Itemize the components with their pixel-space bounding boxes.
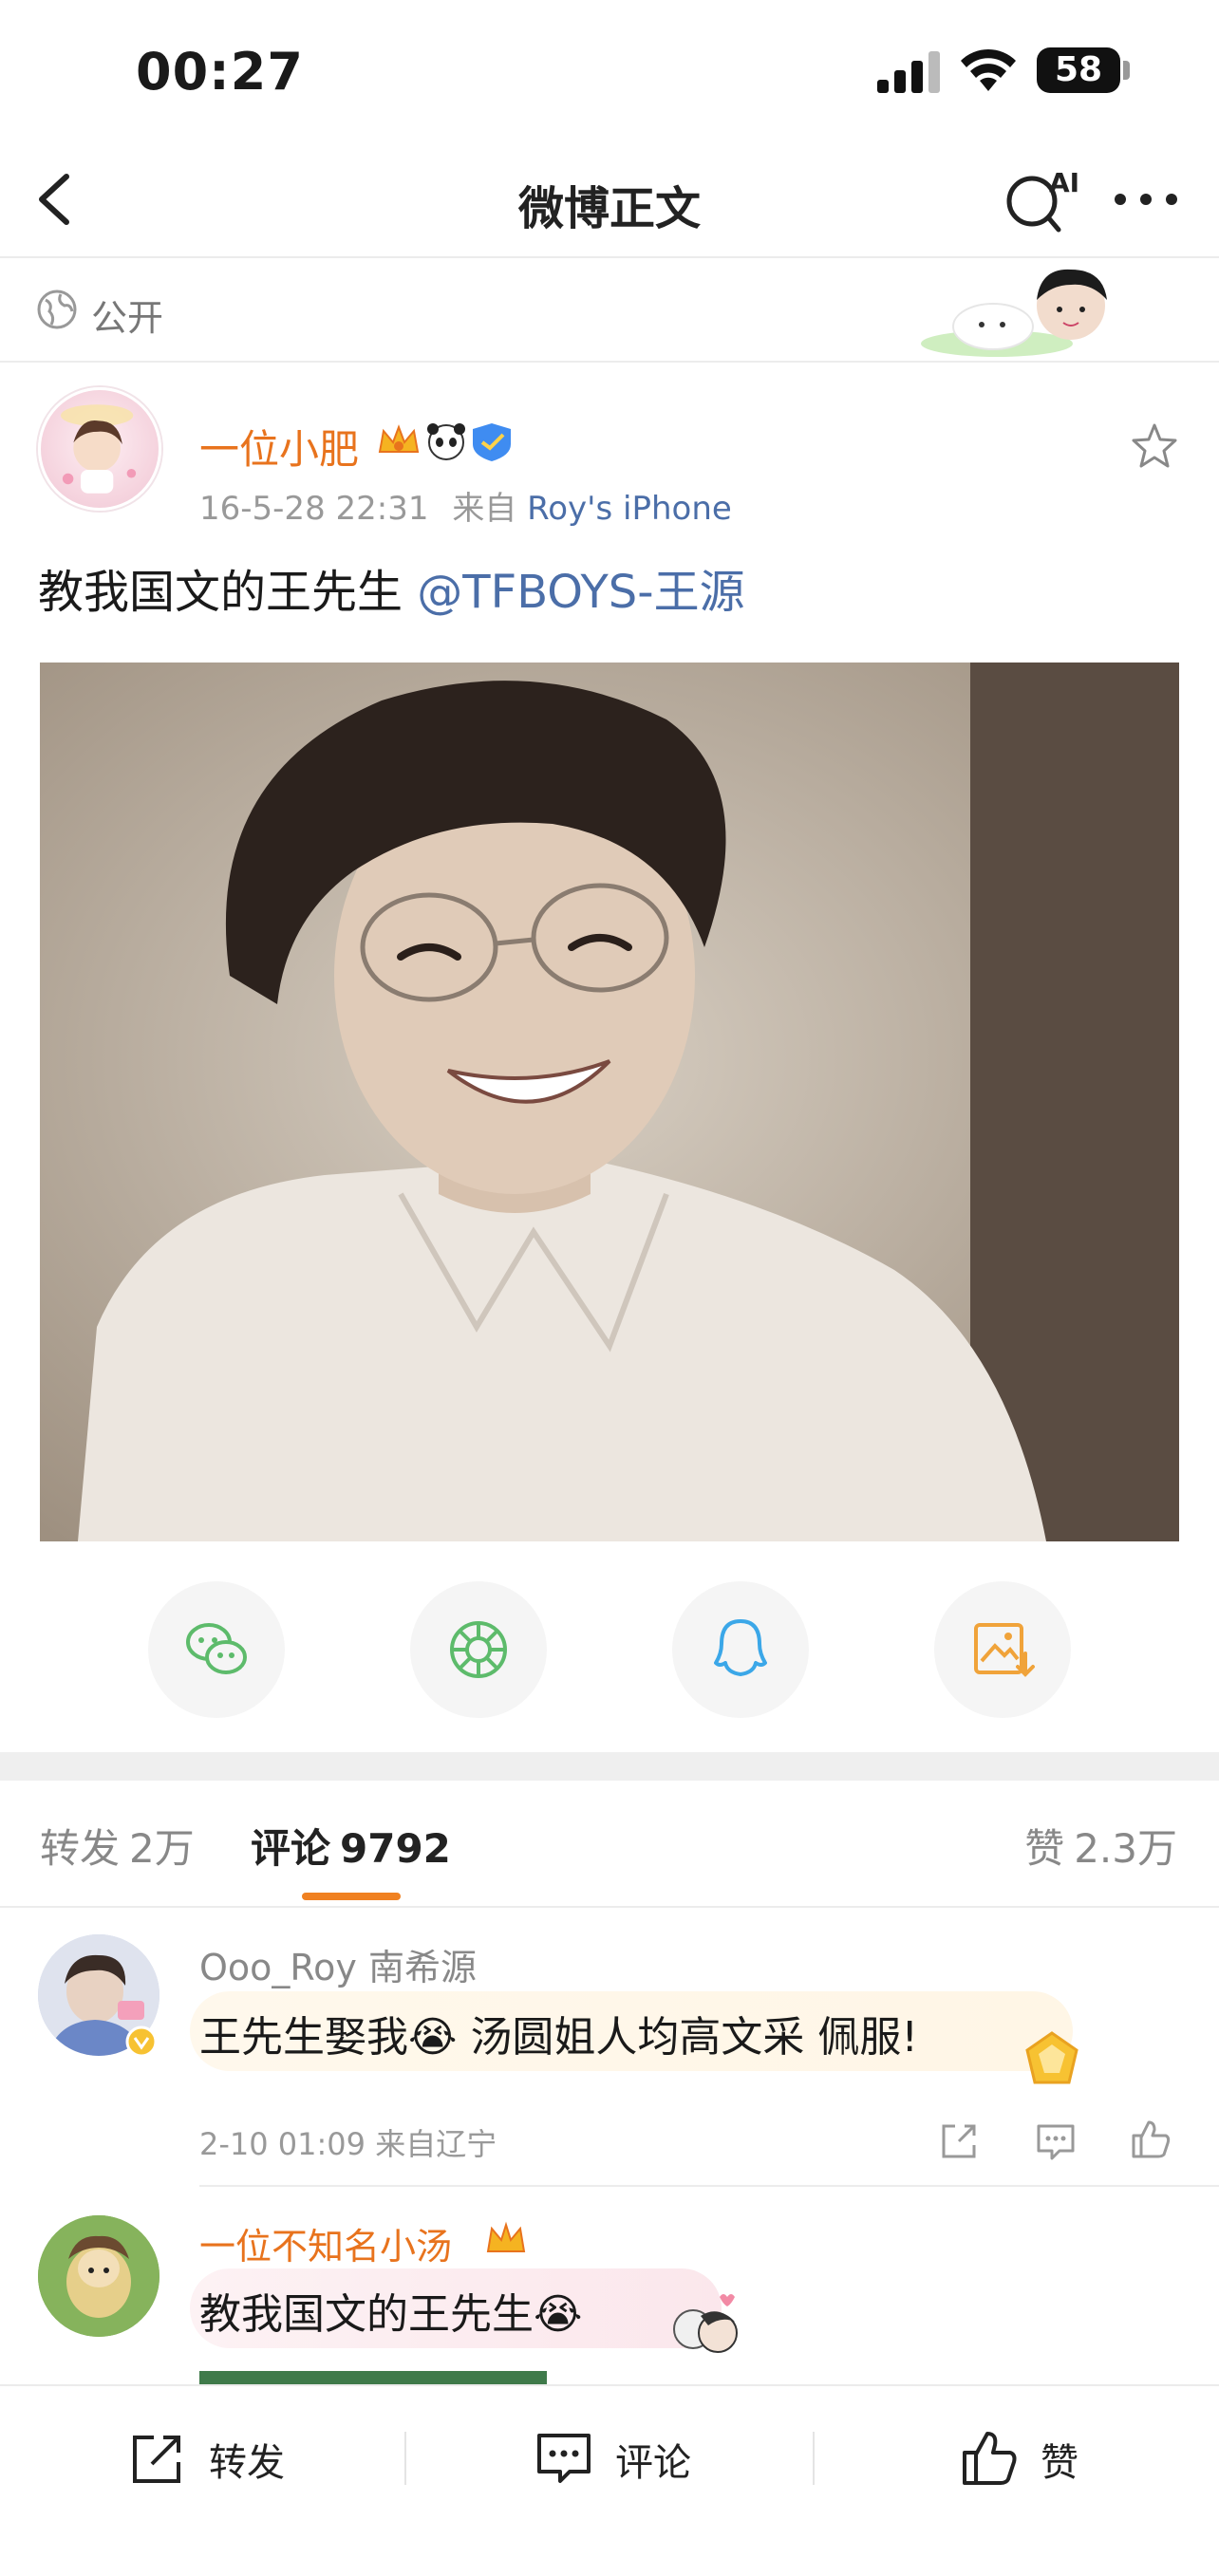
wifi-icon <box>961 48 1016 91</box>
globe-icon <box>37 289 77 329</box>
like-icon <box>963 2432 1017 2485</box>
signal-icon <box>877 49 942 93</box>
post-mention-link[interactable]: @TFBOYS-王源 <box>417 566 744 619</box>
verified-shield-icon <box>473 423 511 461</box>
author-name[interactable]: 一位小肥 <box>199 418 359 476</box>
favorite-star-icon[interactable] <box>1130 421 1179 471</box>
diamond-badge-icon <box>1025 2031 1078 2084</box>
avatar-illustration <box>60 404 137 494</box>
commenter-avatar[interactable] <box>38 2215 159 2337</box>
tab-comment-count: 9792 <box>340 1825 451 1872</box>
like-button[interactable]: 赞 <box>959 2424 1111 2491</box>
comment-meta: 2-10 01:09 来自辽宁 <box>199 2126 497 2162</box>
status-bar: 00:27 58 <box>0 0 1219 142</box>
ai-search-icon[interactable]: AI <box>1002 161 1078 237</box>
visibility-label: 公开 <box>91 297 164 339</box>
panda-icon <box>427 423 465 460</box>
user-badges <box>378 423 511 461</box>
bottom-separator <box>404 2432 406 2485</box>
like-label: 赞 <box>1041 2441 1078 2485</box>
comment-text: 教我国文的王先生😭 <box>199 2290 583 2339</box>
author-avatar[interactable] <box>38 387 161 511</box>
more-icon[interactable] <box>1113 190 1179 209</box>
save-image-button[interactable] <box>934 1581 1071 1718</box>
post-source-prefix: 来自 <box>452 490 517 528</box>
tab-repost[interactable]: 转发 2万 <box>40 1817 195 1875</box>
crown-icon <box>486 2221 526 2252</box>
comment-button[interactable]: 评论 <box>534 2424 723 2491</box>
comment-like-icon[interactable] <box>1128 2117 1173 2162</box>
status-time: 00:27 <box>136 42 304 102</box>
section-divider <box>0 1752 1219 1781</box>
share-wechat-button[interactable] <box>148 1581 285 1718</box>
share-qq-button[interactable] <box>672 1581 809 1718</box>
commenter-name-suffix: 南希源 <box>367 1947 477 1988</box>
post-device[interactable]: Roy's iPhone <box>527 490 732 528</box>
comment-share-icon[interactable] <box>936 2119 982 2164</box>
save-image-icon <box>974 1623 1035 1677</box>
moments-icon <box>450 1621 507 1678</box>
bottom-separator <box>813 2432 815 2485</box>
repost-label: 转发 <box>209 2441 285 2485</box>
comment-text: 王先生娶我😭 汤圆姐人均高文采 佩服! <box>199 2013 919 2062</box>
bottom-action-bar: 转发 评论 赞 <box>0 2384 1219 2576</box>
decoration-sticker <box>921 269 1107 357</box>
tab-like-count: 2.3万 <box>1074 1825 1177 1872</box>
tab-repost-count: 2万 <box>129 1825 195 1872</box>
post-body: 教我国文的王先生 <box>38 566 403 619</box>
share-icon <box>133 2436 180 2483</box>
visibility-row: 公开 <box>0 260 1219 363</box>
wechat-icon <box>186 1623 247 1674</box>
commenter-name[interactable]: Ooo_Roy 南希源 <box>199 1938 477 1990</box>
share-row <box>0 1581 1219 1720</box>
battery-indicator: 58 <box>1037 47 1120 93</box>
comment-icon <box>537 2434 591 2483</box>
post-meta: 16-5-28 22:31 来自 Roy's iPhone <box>199 482 732 529</box>
tab-comment[interactable]: 评论 9792 <box>251 1817 451 1875</box>
qq-icon <box>714 1619 767 1676</box>
active-tab-indicator <box>302 1893 401 1900</box>
crown-icon <box>378 424 420 453</box>
tab-comment-label: 评论 <box>251 1825 331 1872</box>
ai-label: AI <box>1049 167 1078 198</box>
comment-label: 评论 <box>615 2441 691 2485</box>
repost-button[interactable]: 转发 <box>127 2424 317 2491</box>
nav-bar: 微博正文 AI <box>0 142 1219 258</box>
comment-divider <box>199 2185 1219 2187</box>
comment-reply-icon[interactable] <box>1033 2119 1078 2164</box>
interaction-tabs: 转发 2万 评论 9792 赞 2.3万 <box>0 1781 1219 1908</box>
commenter-name-main: Ooo_Roy <box>199 1947 357 1988</box>
post-text: 教我国文的王先生 @TFBOYS-王源 <box>38 554 745 621</box>
tab-like[interactable]: 赞 2.3万 <box>1024 1817 1177 1875</box>
battery-tip <box>1123 61 1130 80</box>
verified-v-icon <box>125 2025 158 2058</box>
media-preview-strip[interactable] <box>199 2371 547 2384</box>
avatar-photo <box>38 2215 159 2337</box>
post-date: 16-5-28 22:31 <box>199 490 429 528</box>
post-photo[interactable] <box>40 663 1179 1541</box>
tab-repost-label: 转发 <box>40 1825 121 1872</box>
share-moments-button[interactable] <box>410 1581 547 1718</box>
portrait-image <box>40 663 1179 1541</box>
tab-like-label: 赞 <box>1024 1825 1065 1872</box>
anime-sticker-icon <box>673 2294 738 2353</box>
commenter-name[interactable]: 一位不知名小汤 <box>199 2217 452 2269</box>
